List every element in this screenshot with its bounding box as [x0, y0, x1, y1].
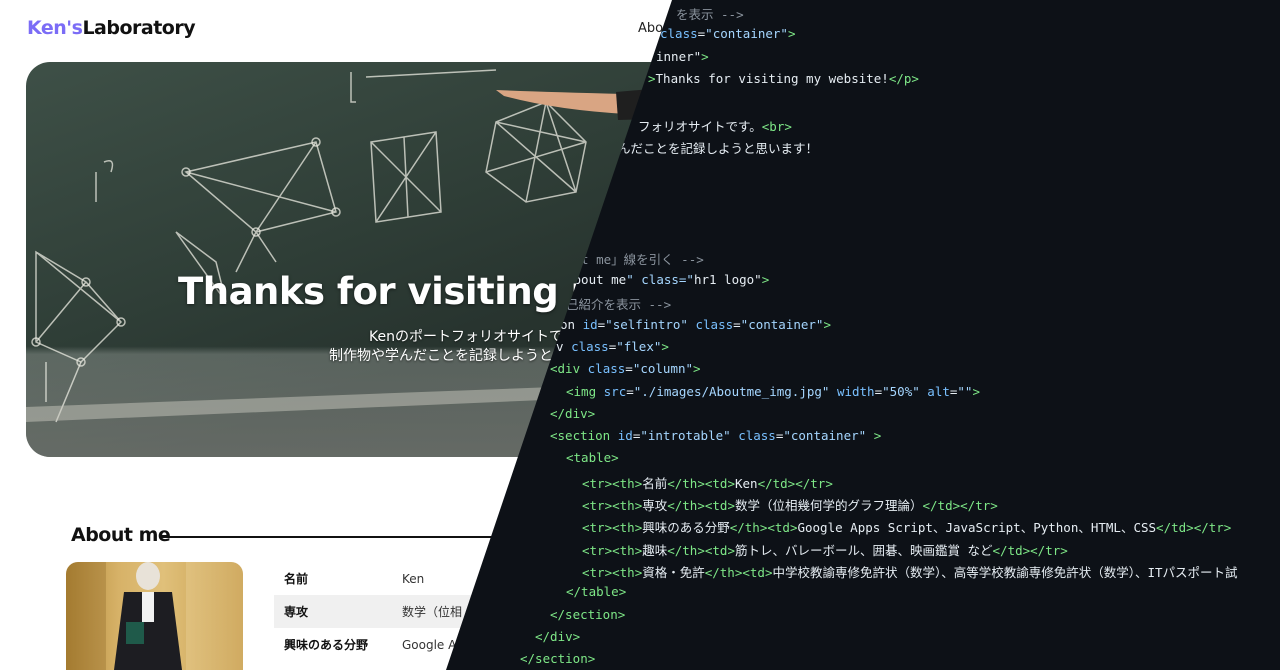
code-line: about me" class="hr1 logo">: [566, 272, 770, 287]
code-line: んだことを記録しようと思います！: [618, 141, 819, 156]
code-line: on id="selfintro" class="container">: [560, 317, 831, 332]
code-line: v class="flex">: [556, 339, 669, 354]
code-line: </section>: [550, 607, 626, 622]
code-line: <table>: [566, 450, 619, 465]
about-me-heading: About me: [71, 524, 171, 546]
code-line: <section id="introtable" class="containe…: [550, 428, 882, 443]
site-logo[interactable]: Ken'sLaboratory: [27, 17, 196, 39]
table-header-cell: 興味のある分野: [284, 638, 369, 652]
code-line: 己紹介を表示 -->: [566, 297, 672, 312]
person-figure: [66, 562, 243, 670]
hero-title: Thanks for visiting my: [178, 270, 633, 313]
code-line: <tr><th>名前</th><td>Ken</td></tr>: [582, 476, 833, 491]
about-me-divider: [160, 536, 520, 538]
code-line: </table>: [566, 584, 627, 599]
logo-accent: Ken's: [27, 17, 83, 39]
code-line: </section>: [520, 651, 596, 666]
code-line: <tr><th>専攻</th><td>数学（位相幾何学的グラフ理論）</td><…: [582, 498, 998, 513]
code-line: <tr><th>興味のある分野</th><td>Google Apps Scri…: [582, 520, 1232, 535]
table-header-cell: 専攻: [274, 595, 392, 628]
code-line: inner">: [656, 49, 709, 64]
code-line: class="container">: [660, 26, 796, 41]
table-header-cell: 名前: [284, 572, 309, 586]
code-line: <div class="column">: [550, 361, 701, 376]
code-line: <tr><th>趣味</th><td>筋トレ、バレーボール、囲碁、映画鑑賞 など…: [582, 543, 1068, 558]
profile-photo: [66, 562, 243, 670]
code-line: <tr><th>資格・免許</th><td>中学校教諭専修免許状（数学）、高等学…: [582, 565, 1238, 580]
code-line: <img src="./images/Aboutme_img.jpg" widt…: [566, 384, 980, 399]
logo-text: Laboratory: [82, 17, 196, 39]
code-line: </div>: [535, 629, 581, 644]
hero-subtitle-line-2: 制作物や学んだことを記録しようと思い: [329, 348, 581, 364]
code-line: を表示 -->: [676, 7, 744, 22]
code-line: >Thanks for visiting my website!</p>: [648, 71, 919, 86]
code-line: </div>: [550, 406, 596, 421]
code-line: フォリオサイトです。<br>: [638, 119, 792, 134]
